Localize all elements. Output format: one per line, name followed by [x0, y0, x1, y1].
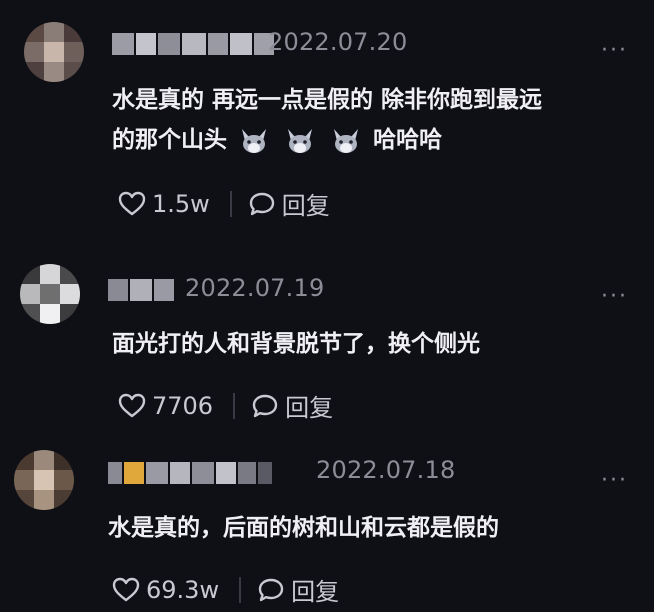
- heart-outline-icon: [118, 191, 146, 215]
- like-count: 7706: [152, 391, 214, 420]
- wolf-emoji-icon: [242, 128, 267, 153]
- reply-label: 回复: [285, 394, 334, 422]
- comment-date: 2022.07.18: [316, 456, 456, 484]
- comment-actions: 1.5w 回复: [118, 186, 330, 221]
- comment-date: 2022.07.19: [185, 274, 325, 302]
- comment-text-line: 水是真的，后面的树和山和云都是假的: [108, 515, 499, 541]
- more-dots-icon[interactable]: ···: [601, 38, 628, 63]
- more-dots-icon[interactable]: ···: [601, 468, 628, 493]
- avatar[interactable]: [24, 22, 84, 82]
- like-button[interactable]: 1.5w: [118, 190, 210, 218]
- reply-button[interactable]: 回复: [257, 572, 339, 607]
- reply-label: 回复: [281, 192, 330, 220]
- comment-text-fragment: 的那个山头: [112, 127, 227, 153]
- comment-actions: 7706 回复: [118, 388, 333, 423]
- speech-bubble-icon: [252, 394, 278, 417]
- avatar[interactable]: [20, 264, 80, 324]
- comment-text-line: 面光打的人和背景脱节了，换个侧光: [112, 331, 480, 357]
- divider: [229, 190, 232, 217]
- comment-text: 面光打的人和背景脱节了，换个侧光: [112, 324, 632, 364]
- reply-label: 回复: [291, 578, 340, 606]
- username-blurred[interactable]: [108, 279, 174, 301]
- comment-actions: 69.3w 回复: [112, 572, 339, 607]
- username-blurred[interactable]: [112, 33, 274, 55]
- username-blurred[interactable]: [108, 462, 272, 484]
- heart-outline-icon: [112, 577, 140, 601]
- like-button[interactable]: 69.3w: [112, 576, 219, 604]
- speech-bubble-icon: [258, 578, 284, 601]
- speech-bubble-icon: [249, 192, 274, 215]
- comment-text-line: 水是真的 再远一点是假的 除非你跑到最远: [112, 87, 543, 113]
- divider: [233, 392, 236, 419]
- reply-button[interactable]: 回复: [248, 186, 330, 221]
- comment-text-fragment: 哈哈哈: [373, 127, 443, 153]
- comment-text: 水是真的 再远一点是假的 除非你跑到最远 的那个山头 哈哈哈: [112, 80, 632, 160]
- reply-button[interactable]: 回复: [251, 388, 333, 423]
- avatar[interactable]: [14, 450, 74, 510]
- comment-text-line: 的那个山头 哈哈哈: [112, 120, 632, 160]
- wolf-emoji-icon: [288, 128, 313, 153]
- heart-outline-icon: [118, 393, 146, 417]
- more-dots-icon[interactable]: ···: [601, 284, 628, 309]
- like-count: 1.5w: [152, 189, 210, 218]
- like-count: 69.3w: [146, 575, 220, 604]
- comment-text: 水是真的，后面的树和山和云都是假的: [108, 508, 628, 548]
- wolf-emoji-icon: [334, 128, 359, 153]
- like-button[interactable]: 7706: [118, 392, 213, 420]
- comment-date: 2022.07.20: [268, 28, 408, 56]
- divider: [239, 576, 242, 603]
